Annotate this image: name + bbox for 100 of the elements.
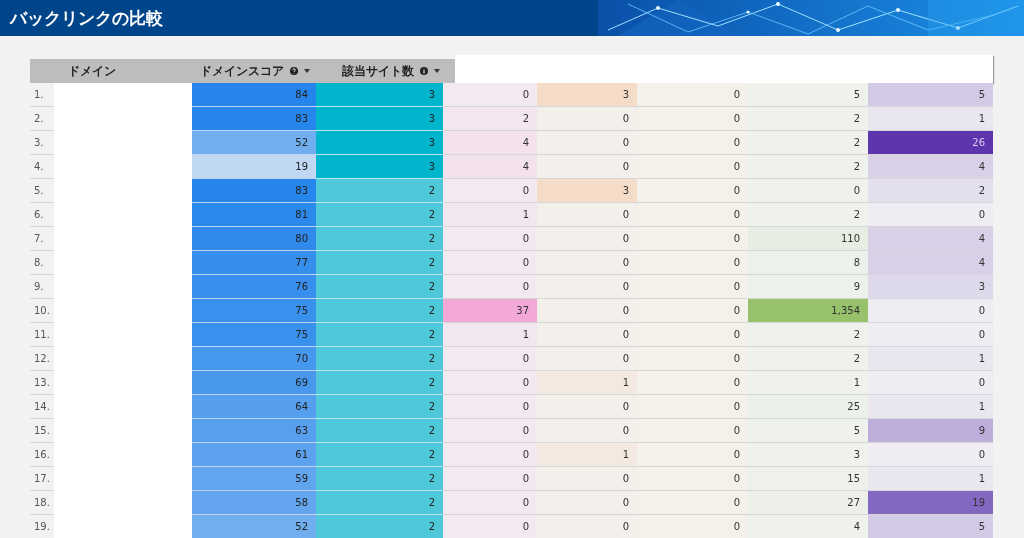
column-header[interactable]: 該当サイト数 — [320, 63, 450, 79]
table-cell: 0 — [868, 299, 993, 323]
table-cell: 0 — [537, 227, 637, 251]
table-cell: 77 — [192, 251, 316, 275]
table-cell: 9 — [748, 275, 868, 299]
table-cell: 4 — [443, 155, 537, 179]
table-cell: 59 — [192, 467, 316, 491]
table-cell: 0 — [537, 515, 637, 538]
table-cell: 0 — [443, 275, 537, 299]
table-cell: 0 — [537, 155, 637, 179]
table-cell: 37 — [443, 299, 537, 323]
table-cell: 1 — [748, 371, 868, 395]
table-cell: 0 — [537, 275, 637, 299]
table-cell: 1,354 — [748, 299, 868, 323]
table-cell: 0 — [637, 83, 748, 107]
table-cell: 0 — [443, 371, 537, 395]
table-cell: 0 — [537, 467, 637, 491]
table-cell: 0 — [537, 347, 637, 371]
table-cell: 0 — [443, 179, 537, 203]
page-title: バックリンクの比較 — [8, 6, 163, 30]
table-cell: 0 — [637, 419, 748, 443]
table-cell: 0 — [868, 443, 993, 467]
table-cell: 2 — [868, 179, 993, 203]
table-cell: 0 — [748, 179, 868, 203]
table-cell: 2 — [748, 203, 868, 227]
table-cell: 0 — [637, 227, 748, 251]
table-cell: 1 — [443, 203, 537, 227]
table-cell: 2 — [316, 443, 443, 467]
table-cell: 110 — [748, 227, 868, 251]
table-cell: 0 — [443, 443, 537, 467]
table-cell: 64 — [192, 395, 316, 419]
table-cell: 69 — [192, 371, 316, 395]
table-cell: 0 — [537, 323, 637, 347]
table-cell: 0 — [443, 419, 537, 443]
table-cell: 0 — [637, 395, 748, 419]
table-cell: 2 — [316, 323, 443, 347]
table-cell: 2 — [316, 371, 443, 395]
table-cell: 84 — [192, 83, 316, 107]
table-cell: 70 — [192, 347, 316, 371]
caret-icon[interactable] — [434, 69, 440, 73]
table-cell: 0 — [637, 275, 748, 299]
column-header[interactable]: ドメインスコア — [192, 63, 320, 79]
table-cell: 81 — [192, 203, 316, 227]
table-cell: 83 — [192, 179, 316, 203]
table-cell: 2 — [316, 419, 443, 443]
table-cell: 26 — [868, 131, 993, 155]
table-cell: 0 — [637, 443, 748, 467]
table-cell: 0 — [443, 347, 537, 371]
table-cell: 52 — [192, 131, 316, 155]
table-cell: 2 — [316, 467, 443, 491]
table-cell: 0 — [537, 299, 637, 323]
table-cell: 2 — [316, 203, 443, 227]
table-cell: 19 — [192, 155, 316, 179]
table-cell: 3 — [316, 83, 443, 107]
table-cell: 76 — [192, 275, 316, 299]
table-cell: 0 — [443, 515, 537, 538]
caret-icon[interactable] — [304, 69, 310, 73]
table-cell: 0 — [537, 395, 637, 419]
table-cell: 27 — [748, 491, 868, 515]
table-cell: 25 — [748, 395, 868, 419]
table-cell: 1 — [868, 107, 993, 131]
table-cell: 0 — [443, 491, 537, 515]
table-cell: 0 — [537, 251, 637, 275]
table-cell: 0 — [637, 179, 748, 203]
table-cell: 2 — [316, 227, 443, 251]
table-cell: 4 — [748, 515, 868, 538]
table-cell: 0 — [537, 491, 637, 515]
table-cell: 61 — [192, 443, 316, 467]
table-cell: 75 — [192, 299, 316, 323]
table-cell: 5 — [868, 515, 993, 538]
table-cell: 0 — [637, 347, 748, 371]
table-cell: 52 — [192, 515, 316, 538]
table-cell: 0 — [637, 371, 748, 395]
table-cell: 4 — [868, 155, 993, 179]
table-cell: 0 — [537, 419, 637, 443]
table-cell: 2 — [748, 323, 868, 347]
table-cell: 3 — [537, 179, 637, 203]
table-cell: 0 — [637, 323, 748, 347]
table-cell: 1 — [868, 395, 993, 419]
table-cell: 0 — [868, 203, 993, 227]
table-cell: 75 — [192, 323, 316, 347]
table-cell: 3 — [316, 131, 443, 155]
table-cell: 1 — [868, 347, 993, 371]
table-cell: 0 — [637, 155, 748, 179]
table-cell: 2 — [316, 299, 443, 323]
table-cell: 0 — [637, 203, 748, 227]
table-cell: 0 — [637, 251, 748, 275]
table-cell: 0 — [443, 251, 537, 275]
table-cell: 8 — [748, 251, 868, 275]
table-cell: 9 — [868, 419, 993, 443]
table-cell: 2 — [316, 347, 443, 371]
table-cell: 0 — [637, 467, 748, 491]
help-icon — [290, 67, 298, 75]
table-cell: 0 — [868, 323, 993, 347]
column-header[interactable]: ドメイン — [54, 63, 192, 79]
table-cell: 0 — [868, 371, 993, 395]
table-cell: 0 — [637, 131, 748, 155]
table-cell: 0 — [443, 395, 537, 419]
table-cell: 0 — [637, 299, 748, 323]
table-cell: 2 — [316, 491, 443, 515]
